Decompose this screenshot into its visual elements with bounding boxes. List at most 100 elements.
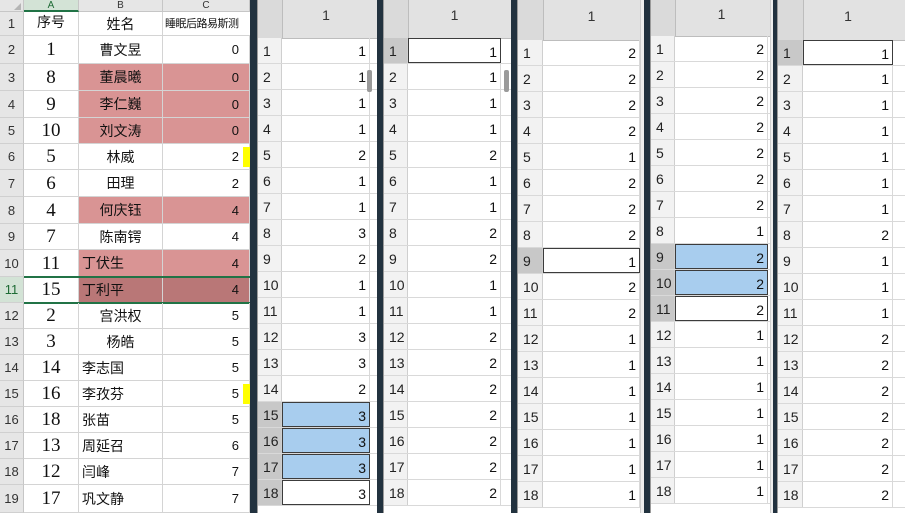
row-number[interactable]: 2 xyxy=(384,64,408,89)
row-number[interactable]: 16 xyxy=(518,430,543,455)
row-number[interactable]: 8 xyxy=(778,222,803,247)
value-cell[interactable]: 2 xyxy=(803,326,893,351)
row-number[interactable]: 13 xyxy=(258,350,282,375)
value-cell[interactable]: 1 xyxy=(408,194,501,219)
row-number[interactable]: 10 xyxy=(0,250,24,277)
column-header-b[interactable]: B xyxy=(79,0,163,12)
column-header-c[interactable]: C xyxy=(163,0,250,12)
value-cell[interactable]: 1 xyxy=(675,452,768,477)
seq-cell[interactable]: 2 xyxy=(24,303,79,329)
score-cell[interactable]: 4 xyxy=(163,224,250,250)
row-number[interactable]: 14 xyxy=(778,378,803,403)
row-number[interactable]: 17 xyxy=(0,433,24,459)
value-cell[interactable]: 2 xyxy=(543,170,640,195)
value-cell[interactable]: 1 xyxy=(543,404,640,429)
value-cell[interactable]: 1 xyxy=(803,92,893,117)
row-number[interactable]: 2 xyxy=(651,62,675,87)
row-number[interactable]: 1 xyxy=(778,40,803,65)
score-cell[interactable]: 5 xyxy=(163,381,250,407)
seq-cell[interactable]: 7 xyxy=(24,224,79,250)
value-cell[interactable]: 1 xyxy=(543,430,640,455)
value-cell[interactable]: 3 xyxy=(282,402,370,427)
row-number[interactable]: 15 xyxy=(0,381,24,407)
row-number[interactable]: 11 xyxy=(258,298,282,323)
column-header-1[interactable]: 1 xyxy=(408,0,501,38)
row-number[interactable]: 7 xyxy=(258,194,282,219)
row-number[interactable]: 10 xyxy=(518,274,543,299)
value-cell[interactable]: 2 xyxy=(675,192,768,217)
name-cell[interactable]: 陈南锷 xyxy=(79,224,163,250)
row-number[interactable]: 9 xyxy=(0,224,24,250)
row-number[interactable]: 17 xyxy=(384,454,408,479)
value-cell[interactable]: 2 xyxy=(543,40,640,65)
value-cell[interactable]: 1 xyxy=(803,248,893,273)
value-cell[interactable]: 1 xyxy=(282,194,370,219)
value-cell[interactable]: 1 xyxy=(408,116,501,141)
value-cell[interactable]: 1 xyxy=(675,218,768,243)
value-cell[interactable]: 2 xyxy=(408,480,501,505)
seq-cell[interactable]: 13 xyxy=(24,433,79,459)
column-header-1[interactable]: 1 xyxy=(803,0,893,40)
row-number[interactable]: 3 xyxy=(0,64,24,91)
row-number[interactable]: 16 xyxy=(0,407,24,433)
row-number[interactable]: 13 xyxy=(778,352,803,377)
value-cell[interactable]: 2 xyxy=(408,350,501,375)
value-cell[interactable]: 2 xyxy=(543,92,640,117)
score-cell[interactable]: 6 xyxy=(163,433,250,459)
row-number[interactable]: 9 xyxy=(384,246,408,271)
value-cell[interactable]: 1 xyxy=(675,374,768,399)
row-number[interactable]: 13 xyxy=(0,329,24,355)
value-cell[interactable]: 2 xyxy=(543,300,640,325)
seq-cell[interactable]: 14 xyxy=(24,355,79,381)
score-cell[interactable]: 0 xyxy=(163,118,250,144)
row-number[interactable]: 10 xyxy=(258,272,282,297)
name-cell[interactable]: 巩文静 xyxy=(79,485,163,513)
value-cell[interactable]: 1 xyxy=(543,326,640,351)
row-number[interactable]: 3 xyxy=(778,92,803,117)
row-number[interactable]: 15 xyxy=(258,402,282,427)
value-cell[interactable]: 2 xyxy=(408,402,501,427)
select-all-corner[interactable] xyxy=(0,0,24,12)
row-number[interactable]: 3 xyxy=(384,90,408,115)
row-number[interactable]: 18 xyxy=(778,482,803,507)
value-cell[interactable]: 2 xyxy=(408,454,501,479)
score-cell[interactable]: 4 xyxy=(163,197,250,224)
seq-cell[interactable]: 16 xyxy=(24,381,79,407)
value-cell[interactable]: 1 xyxy=(803,170,893,195)
score-cell[interactable]: 4 xyxy=(163,250,250,277)
name-cell[interactable]: 李志国 xyxy=(79,355,163,381)
row-number[interactable]: 7 xyxy=(778,196,803,221)
row-number[interactable]: 10 xyxy=(384,272,408,297)
scrollbar-track[interactable] xyxy=(770,0,773,513)
row-number[interactable]: 11 xyxy=(384,298,408,323)
row-number[interactable]: 1 xyxy=(258,38,282,63)
value-cell[interactable]: 3 xyxy=(282,480,370,505)
seq-cell[interactable]: 17 xyxy=(24,485,79,513)
row-number[interactable]: 15 xyxy=(518,404,543,429)
seq-cell[interactable]: 12 xyxy=(24,459,79,485)
value-cell[interactable]: 2 xyxy=(675,36,768,61)
row-number[interactable]: 18 xyxy=(258,480,282,505)
value-cell[interactable]: 3 xyxy=(282,428,370,453)
value-cell[interactable]: 2 xyxy=(408,142,501,167)
row-number[interactable]: 5 xyxy=(258,142,282,167)
value-cell[interactable]: 1 xyxy=(282,168,370,193)
name-cell[interactable]: 曹文昱 xyxy=(79,36,163,64)
row-number[interactable]: 15 xyxy=(778,404,803,429)
row-number[interactable]: 1 xyxy=(651,36,675,61)
row-number[interactable]: 9 xyxy=(518,248,543,273)
value-cell[interactable]: 2 xyxy=(675,62,768,87)
row-number[interactable]: 7 xyxy=(651,192,675,217)
header-cell-a[interactable]: 序号 xyxy=(24,12,79,36)
row-number[interactable]: 11 xyxy=(518,300,543,325)
name-cell[interactable]: 刘文涛 xyxy=(79,118,163,144)
value-cell[interactable]: 2 xyxy=(408,376,501,401)
score-cell[interactable]: 0 xyxy=(163,64,250,91)
value-cell[interactable]: 3 xyxy=(282,350,370,375)
row-number[interactable]: 11 xyxy=(778,300,803,325)
row-number[interactable]: 19 xyxy=(0,485,24,513)
row-number[interactable]: 8 xyxy=(0,197,24,224)
row-number[interactable]: 17 xyxy=(518,456,543,481)
seq-cell[interactable]: 1 xyxy=(24,36,79,64)
value-cell[interactable]: 3 xyxy=(282,220,370,245)
